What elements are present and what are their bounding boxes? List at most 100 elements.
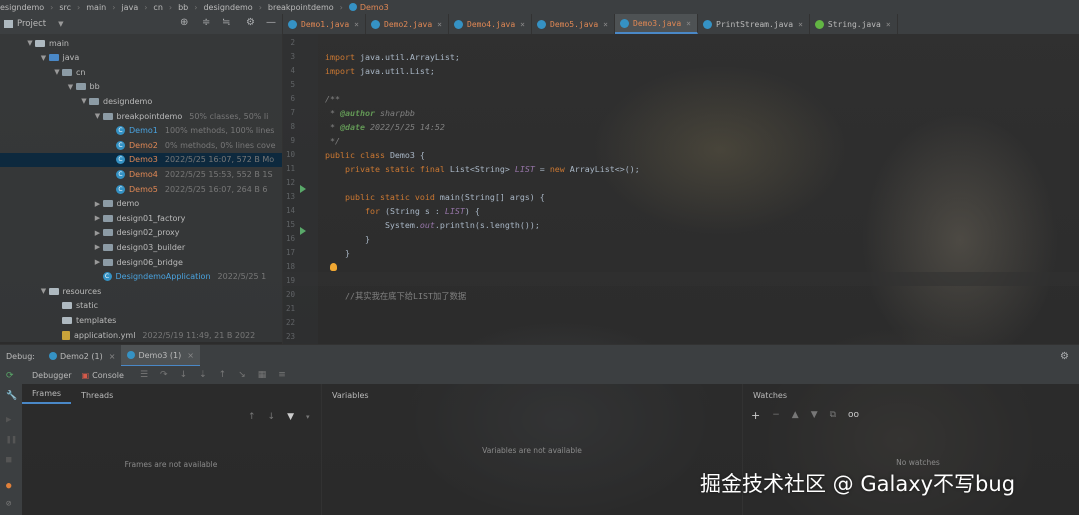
chevron-right-icon[interactable]: ▶ xyxy=(93,200,103,208)
chevron-down-icon[interactable]: ▼ xyxy=(25,39,35,47)
add-watch-icon[interactable]: + xyxy=(751,409,760,422)
run-main-icon[interactable] xyxy=(300,227,306,235)
project-title[interactable]: Project xyxy=(17,19,46,29)
code-editor[interactable]: import java.util.ArrayList; import java.… xyxy=(323,34,1079,344)
chevron-down-icon[interactable]: ▼ xyxy=(39,287,49,295)
editor-tab[interactable]: Demo4.java × xyxy=(449,14,532,34)
chevron-down-icon[interactable]: ▼ xyxy=(39,54,49,62)
close-icon[interactable]: × xyxy=(437,20,442,29)
locate-icon[interactable]: ⊕ xyxy=(180,17,188,28)
editor-tab[interactable]: Demo1.java × xyxy=(283,14,366,34)
close-icon[interactable]: × xyxy=(187,351,194,360)
breadcrumb-item[interactable]: › main xyxy=(71,3,106,12)
tree-item[interactable]: C Demo5 2022/5/25 16:07, 264 B 6 xyxy=(0,182,282,196)
run-to-cursor-icon[interactable]: ↘ xyxy=(238,370,246,380)
gear-icon[interactable]: ⚙ xyxy=(246,17,255,28)
tree-item[interactable]: C Demo3 2022/5/25 16:07, 572 B Mo xyxy=(0,152,282,167)
close-icon[interactable]: × xyxy=(603,20,608,29)
tree-item[interactable]: ▶ design01_factory xyxy=(0,211,282,225)
chevron-right-icon[interactable]: ▶ xyxy=(93,258,103,266)
chevron-down-icon[interactable]: ▼ xyxy=(93,112,103,120)
breadcrumb-item[interactable]: esigndemo xyxy=(0,3,44,12)
settings-icon[interactable]: 🔧 xyxy=(6,392,17,401)
breadcrumb-item[interactable]: › bb xyxy=(163,3,188,12)
chevron-right-icon[interactable]: ▶ xyxy=(93,214,103,222)
chevron-down-icon[interactable]: ▾ xyxy=(306,413,310,421)
tree-item[interactable]: ▼ designdemo xyxy=(0,94,282,108)
tree-item[interactable]: C DesigndemoApplication 2022/5/25 1 xyxy=(0,270,282,284)
editor-tab[interactable]: Demo5.java × xyxy=(532,14,615,34)
tree-item[interactable]: application.yml 2022/5/19 11:49, 21 B 202… xyxy=(0,328,282,342)
move-down-icon[interactable]: ▼ xyxy=(811,410,818,420)
tree-item[interactable]: static xyxy=(0,299,282,313)
down-arrow-icon[interactable]: ↓ xyxy=(268,412,276,422)
tree-item[interactable]: C Demo2 0% methods, 0% lines cove xyxy=(0,138,282,152)
breadcrumb-item[interactable]: › cn xyxy=(138,3,163,12)
tree-item[interactable]: C Demo4 2022/5/25 15:53, 552 B 1S xyxy=(0,167,282,181)
close-icon[interactable]: × xyxy=(520,20,525,29)
chevron-down-icon[interactable]: ▼ xyxy=(66,83,76,91)
breadcrumb-item[interactable]: › breakpointdemo xyxy=(253,3,334,12)
debug-session-demo3[interactable]: Demo3 (1) × xyxy=(121,345,200,367)
chevron-down-icon[interactable]: ▼ xyxy=(58,20,63,28)
collapse-all-icon[interactable]: ≒ xyxy=(222,17,230,28)
force-step-into-icon[interactable]: ⇣ xyxy=(199,370,207,380)
tree-item[interactable]: ▼ cn xyxy=(0,65,282,79)
glasses-icon[interactable]: oo xyxy=(848,410,859,420)
chevron-right-icon[interactable]: ▶ xyxy=(93,243,103,251)
chevron-down-icon[interactable]: ▼ xyxy=(52,68,62,76)
expand-all-icon[interactable]: ≑ xyxy=(202,17,210,28)
tree-item[interactable]: ▶ design02_proxy xyxy=(0,226,282,240)
breadcrumb-item[interactable]: › src xyxy=(44,3,71,12)
tree-item[interactable]: templates xyxy=(0,313,282,327)
step-out-icon[interactable]: ↑ xyxy=(219,370,227,380)
close-icon[interactable]: × xyxy=(354,20,359,29)
tree-item[interactable]: ▼ java xyxy=(0,51,282,65)
tree-item[interactable]: ▼ resources xyxy=(0,284,282,298)
up-arrow-icon[interactable]: ↑ xyxy=(248,412,256,422)
editor-tab[interactable]: String.java × xyxy=(810,14,898,34)
rerun-icon[interactable]: ⟳ xyxy=(6,372,15,381)
close-icon[interactable]: × xyxy=(109,352,116,361)
duplicate-icon[interactable]: ⧉ xyxy=(830,410,836,420)
tab-console[interactable]: Console xyxy=(92,371,124,380)
filter-icon[interactable]: ▼ xyxy=(287,412,294,422)
run-class-icon[interactable] xyxy=(300,185,306,193)
tree-item[interactable]: ▼ main xyxy=(0,36,282,50)
editor-tab[interactable]: PrintStream.java × xyxy=(698,14,810,34)
tab-threads[interactable]: Threads xyxy=(71,391,123,400)
resume-icon[interactable]: ▶ xyxy=(6,416,15,425)
chevron-right-icon[interactable]: ▶ xyxy=(93,229,103,237)
tree-item[interactable]: C Demo1 100% methods, 100% lines xyxy=(0,124,282,138)
view-breakpoints-icon[interactable]: ● xyxy=(6,482,15,491)
tab-frames[interactable]: Frames xyxy=(22,386,72,404)
layout-icon[interactable]: ☰ xyxy=(140,370,148,380)
line-number-gutter[interactable]: 2 3 4 5 6 7 8 9 10 11 12 13 14 15 16 17 18 19 20 21 22 23 xyxy=(283,34,318,344)
tab-debugger[interactable]: Debugger xyxy=(32,371,72,380)
breadcrumb-item[interactable]: › java xyxy=(106,3,138,12)
chevron-down-icon[interactable]: ▼ xyxy=(79,97,89,105)
move-up-icon[interactable]: ▲ xyxy=(792,410,799,420)
remove-watch-icon[interactable]: − xyxy=(772,410,780,420)
step-into-icon[interactable]: ↓ xyxy=(180,370,188,380)
breadcrumb-item[interactable]: › Demo3 xyxy=(334,3,389,12)
hide-icon[interactable]: — xyxy=(266,17,276,28)
tree-item[interactable]: ▼ breakpointdemo 50% classes, 50% li xyxy=(0,109,282,123)
editor-tab[interactable]: Demo2.java × xyxy=(366,14,449,34)
breadcrumb-item[interactable]: › designdemo xyxy=(188,3,252,12)
tree-item[interactable]: ▶ design06_bridge xyxy=(0,255,282,269)
close-icon[interactable]: × xyxy=(798,20,803,29)
step-over-icon[interactable]: ↷ xyxy=(160,370,168,380)
gear-icon[interactable]: ⚙ xyxy=(1060,351,1069,362)
tree-item[interactable]: ▼ bb xyxy=(0,80,282,94)
close-icon[interactable]: × xyxy=(886,20,891,29)
stop-icon[interactable]: ■ xyxy=(6,456,15,465)
debug-session-demo2[interactable]: Demo2 (1) × xyxy=(43,345,121,367)
pause-icon[interactable]: ❚❚ xyxy=(6,436,17,445)
tree-item[interactable]: ▶ design03_builder xyxy=(0,240,282,254)
trace-icon[interactable]: ≡ xyxy=(278,370,286,380)
mute-breakpoints-icon[interactable]: ⊘ xyxy=(6,500,15,509)
editor-tab[interactable]: Demo3.java × xyxy=(615,14,698,34)
tree-item[interactable]: ▶ demo xyxy=(0,197,282,211)
evaluate-icon[interactable]: ▦ xyxy=(258,370,267,380)
